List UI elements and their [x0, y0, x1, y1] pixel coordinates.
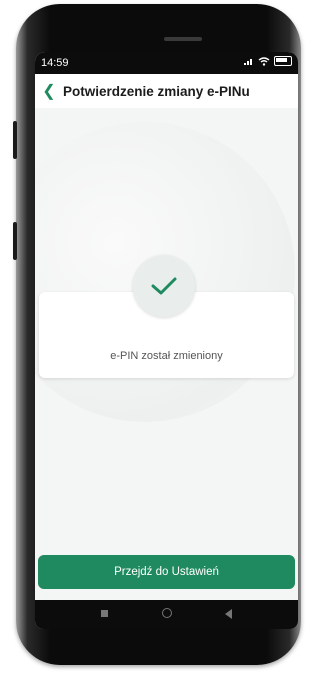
status-icons — [244, 56, 292, 66]
page-title: Potwierdzenie zmiany e-PINu — [63, 83, 250, 99]
chevron-left-icon[interactable]: ❮ — [35, 81, 63, 101]
square-icon[interactable] — [101, 610, 108, 617]
wifi-icon — [258, 56, 270, 66]
confirmation-message: e-PIN został zmieniony — [110, 350, 223, 362]
triangle-back-icon[interactable] — [225, 609, 232, 619]
go-to-settings-button[interactable]: Przejdź do Ustawień — [38, 555, 295, 589]
app-header: ❮ Potwierdzenie zmiany e-PINu — [35, 74, 298, 108]
volume-button — [13, 121, 17, 159]
battery-icon — [274, 56, 292, 66]
phone-screen: 14:59 ❮ Potwierdzenie zmiany e-PINu e-PI… — [35, 52, 298, 629]
circle-icon[interactable] — [162, 608, 172, 618]
status-time: 14:59 — [41, 57, 69, 69]
speaker-grille — [164, 37, 202, 41]
status-bar: 14:59 — [35, 52, 298, 74]
signal-icon — [244, 59, 252, 65]
navigation-bar — [35, 600, 298, 629]
checkmark-icon — [133, 255, 195, 317]
power-button — [13, 222, 17, 260]
